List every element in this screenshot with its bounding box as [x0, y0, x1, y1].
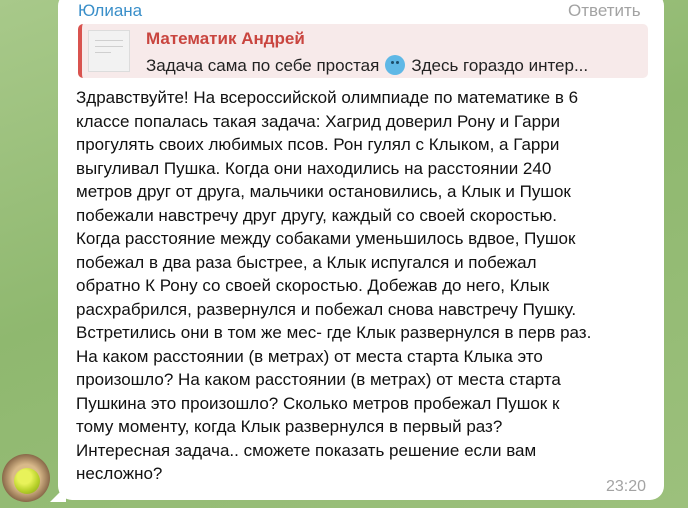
- quote-text-before: Задача сама по себе простая: [146, 56, 380, 75]
- message-line: прогулять своих любимых псов. Рон гулял …: [76, 135, 560, 154]
- quote-author: Математик Андрей: [146, 29, 305, 48]
- message-line: Здравствуйте! На всероссийской олимпиаде…: [76, 88, 579, 107]
- message-line: несложно?: [76, 464, 163, 483]
- quote-text: Задача сама по себе простая Здесь гораздо…: [146, 55, 644, 76]
- message-line: побежали навстречу друг другу, каждый со…: [76, 205, 558, 225]
- message-line: Когда расстояние между собаками уменьшил…: [76, 229, 576, 248]
- message-line: тому моменту, когда Клык развернулся в п…: [76, 417, 503, 436]
- quote-thumbnail: [88, 30, 130, 72]
- message-line: обратно К Рону со своей скоростью. Добеж…: [76, 276, 550, 295]
- message-timestamp: 23:20: [606, 478, 647, 495]
- message-line: выгуливал Пушка. Когда они находились на…: [76, 158, 552, 178]
- message-line: классе попалась такая задача: Хагрид дов…: [76, 111, 561, 131]
- message-line: расхрабрился, развернулся и побежал снов…: [76, 299, 577, 319]
- avatar[interactable]: [2, 454, 50, 502]
- smiling-face-icon: [385, 55, 406, 75]
- message-line: побежал в два раза быстрее, а Клык испуг…: [76, 252, 537, 272]
- message-line: Пушкина это произошло? Сколько метров пр…: [76, 393, 560, 413]
- tennis-ball-icon: [14, 468, 40, 494]
- reply-quote[interactable]: Математик Андрей Задача сама по себе про…: [78, 24, 648, 78]
- message-text: Здравствуйте! На всероссийской олимпиаде…: [76, 86, 654, 486]
- message-line: На каком расстоянии (в метрах) от места …: [76, 346, 543, 366]
- sender-name[interactable]: Юлиана: [78, 1, 142, 21]
- message-line: Встретились они в том же мес- где Клык р…: [76, 323, 592, 342]
- reply-button[interactable]: Ответить: [568, 1, 641, 21]
- message-line: произошло? На каком расстоянии (в метрах…: [76, 370, 561, 389]
- message-line: Интересная задача.. сможете показать реш…: [76, 440, 537, 460]
- message-line: метров друг от друга, мальчики остановил…: [76, 182, 571, 201]
- quote-text-after: Здесь гораздо интер...: [411, 56, 589, 75]
